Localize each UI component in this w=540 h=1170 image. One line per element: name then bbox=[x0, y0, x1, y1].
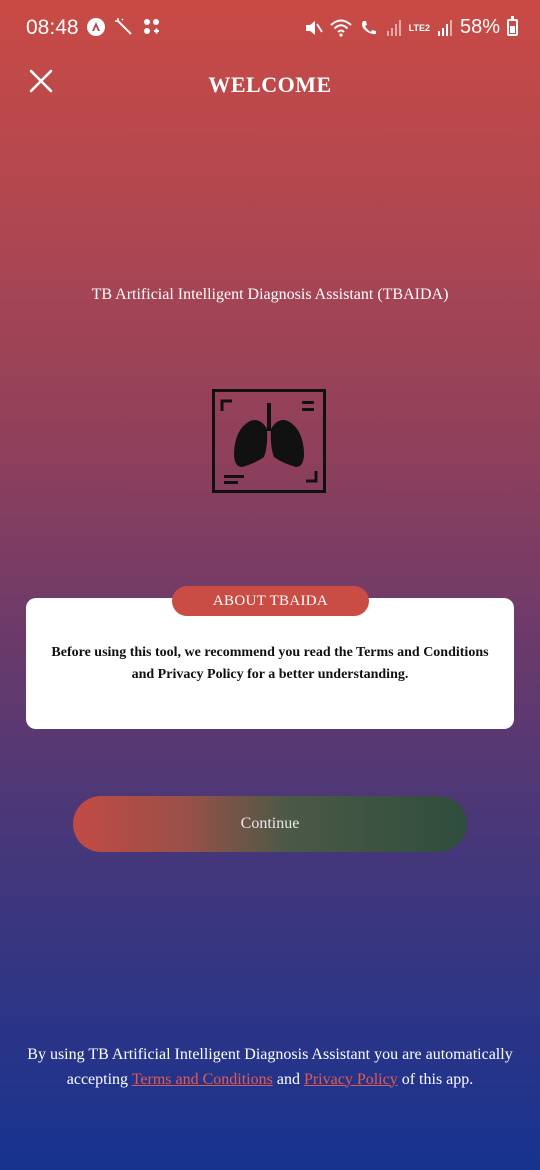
about-text: Before using this tool, we recommend you… bbox=[51, 645, 489, 682]
battery-percentage: 58% bbox=[459, 16, 500, 38]
mute-icon bbox=[305, 20, 323, 35]
privacy-link[interactable]: Privacy Policy bbox=[304, 1071, 398, 1088]
status-right: LTE2 58% bbox=[303, 16, 518, 39]
page-title: WELCOME bbox=[208, 72, 332, 97]
continue-button[interactable]: Continue bbox=[73, 796, 467, 852]
grid-apps-icon bbox=[144, 19, 159, 34]
footer-suffix: of this app. bbox=[401, 1070, 474, 1088]
magic-wand-icon bbox=[115, 18, 132, 35]
terms-link[interactable]: Terms and Conditions bbox=[132, 1071, 273, 1088]
network-type: LTE2 bbox=[408, 22, 430, 33]
status-time: 08:48 bbox=[26, 16, 79, 39]
signal-icon-2 bbox=[437, 19, 452, 36]
footer-consent: By using TB Artificial Intelligent Diagn… bbox=[20, 1043, 520, 1092]
app-subtitle: TB Artificial Intelligent Diagnosis Assi… bbox=[91, 286, 449, 303]
signal-icon bbox=[386, 19, 401, 36]
battery-icon bbox=[507, 16, 518, 36]
footer-and: and bbox=[276, 1070, 300, 1088]
lungs-xray-icon bbox=[212, 389, 326, 493]
app-notification-icon bbox=[87, 18, 105, 36]
status-bar: 08:48 LTE2 58% bbox=[0, 0, 540, 58]
wifi-icon bbox=[329, 19, 352, 37]
about-pill: ABOUT TBAIDA bbox=[172, 586, 369, 616]
status-left-icons bbox=[86, 17, 162, 37]
wifi-call-icon bbox=[361, 20, 376, 34]
